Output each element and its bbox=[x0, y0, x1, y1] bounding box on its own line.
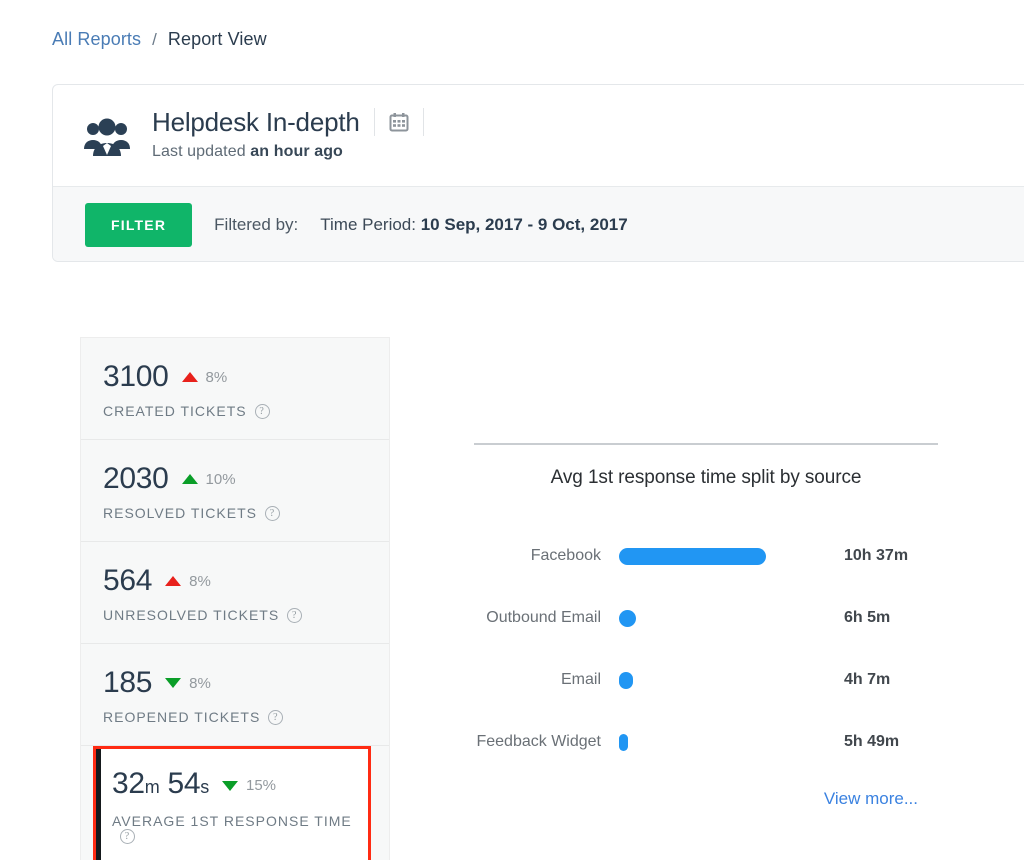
chart-panel: Avg 1st response time split by source Fa… bbox=[474, 443, 938, 809]
chart-category-label: Outbound Email bbox=[486, 609, 601, 626]
metric-label: REOPENED TICKETS bbox=[103, 709, 261, 725]
report-header: Helpdesk In-depth Last updated an hour a… bbox=[53, 85, 1024, 186]
arrow-up-icon bbox=[181, 474, 198, 484]
metric-card[interactable]: 2030 10% RESOLVED TICKETS? bbox=[81, 440, 389, 542]
metric-delta: 8% bbox=[205, 368, 228, 386]
metric-value: 564 bbox=[103, 564, 153, 597]
metric-label-row: REOPENED TICKETS? bbox=[103, 709, 369, 725]
chart-top-rule bbox=[474, 443, 938, 445]
metric-card[interactable]: 3100 8% CREATED TICKETS? bbox=[81, 338, 389, 440]
arrow-down-icon bbox=[165, 678, 182, 688]
metric-value-row: 2030 10% bbox=[103, 462, 369, 496]
chart-row: Outbound Email 6h 5m bbox=[474, 587, 938, 649]
chart-row: Email 4h 7m bbox=[474, 649, 938, 711]
metric-label: RESOLVED TICKETS bbox=[103, 505, 257, 521]
chart-bar-track bbox=[619, 671, 834, 689]
breadcrumb-separator: / bbox=[152, 30, 157, 49]
filter-button[interactable]: FILTER bbox=[85, 202, 193, 247]
chart-category-label: Facebook bbox=[530, 547, 601, 564]
report-view-page: All Reports / Report View Helpdesk In-de… bbox=[0, 0, 1024, 860]
metric-delta: 8% bbox=[189, 572, 211, 590]
team-icon bbox=[83, 116, 131, 160]
filter-time-period[interactable]: Time Period: 10 Sep, 2017 - 9 Oct, 2017 bbox=[320, 215, 627, 235]
metric-value: 185 bbox=[103, 666, 153, 699]
metrics-list: 3100 8% CREATED TICKETS? 2030 10% RESOLVED TI… bbox=[80, 337, 390, 860]
view-more-link[interactable]: View more... bbox=[824, 789, 918, 808]
selected-indicator-bar bbox=[96, 749, 101, 860]
metric-label: CREATED TICKETS bbox=[103, 403, 247, 419]
arrow-down-icon bbox=[222, 780, 238, 791]
chart-row: Feedback Widget 5h 49m bbox=[474, 711, 938, 773]
metric-value-row: 185 8% bbox=[103, 666, 369, 700]
metric-value-row: 3100 8% bbox=[103, 360, 369, 394]
filtered-by-label: Filtered by: bbox=[214, 214, 299, 234]
filter-bar: FILTER Filtered by: Time Period: 10 Sep,… bbox=[53, 186, 1024, 261]
metric-delta: 15% bbox=[246, 777, 277, 794]
breadcrumb-all-reports[interactable]: All Reports bbox=[52, 29, 141, 50]
chart-value-label: 10h 37m bbox=[844, 547, 909, 564]
chart-row: Facebook 10h 37m bbox=[474, 525, 938, 587]
metric-delta: 10% bbox=[205, 470, 236, 488]
help-circle-icon[interactable]: ? bbox=[264, 505, 280, 521]
metric-value: 3100 bbox=[103, 360, 169, 393]
chart-title: Avg 1st response time split by source bbox=[550, 467, 862, 488]
report-title-row: Helpdesk In-depth bbox=[152, 107, 438, 137]
metric-value: 32m 54s bbox=[112, 767, 209, 800]
filter-range: 10 Sep, 2017 - 9 Oct, 2017 bbox=[420, 214, 628, 234]
help-circle-icon[interactable]: ? bbox=[287, 607, 303, 623]
last-updated: Last updated an hour ago bbox=[152, 143, 438, 161]
metric-card[interactable]: 185 8% REOPENED TICKETS? bbox=[81, 644, 389, 746]
view-more-container: View more... bbox=[474, 789, 938, 809]
metric-value-row: 564 8% bbox=[103, 564, 369, 598]
chart-bar[interactable] bbox=[619, 671, 633, 689]
calendar-icon[interactable] bbox=[389, 112, 409, 132]
metric-value-row: 32m 54s 15% bbox=[112, 767, 352, 804]
chart-bar-track bbox=[619, 547, 834, 565]
metric-label-row: CREATED TICKETS? bbox=[103, 403, 369, 419]
breadcrumb: All Reports / Report View bbox=[52, 29, 267, 50]
last-updated-prefix: Last updated bbox=[152, 143, 251, 160]
chart-value-label: 6h 5m bbox=[844, 609, 891, 626]
last-updated-value: an hour ago bbox=[250, 143, 343, 160]
help-circle-icon[interactable]: ? bbox=[268, 709, 284, 725]
chart-value-label: 5h 49m bbox=[844, 733, 900, 750]
chart-value-label: 4h 7m bbox=[844, 671, 891, 688]
metric-label-row: AVERAGE 1ST RESPONSE TIME? bbox=[112, 813, 352, 844]
chart-rows: Facebook 10h 37m Outbound Email 6h 5m Email 4… bbox=[474, 525, 938, 773]
title-divider-left bbox=[373, 108, 375, 136]
chart-category-label: Email bbox=[560, 671, 601, 688]
page-title: Helpdesk In-depth bbox=[152, 107, 360, 137]
chart-bar-track bbox=[619, 733, 834, 751]
arrow-up-icon bbox=[165, 576, 182, 586]
metric-value: 2030 bbox=[103, 462, 169, 495]
arrow-up-icon bbox=[181, 372, 198, 382]
chart-bar[interactable] bbox=[619, 733, 628, 751]
title-divider-right bbox=[422, 108, 424, 136]
metric-label: UNRESOLVED TICKETS bbox=[103, 607, 280, 623]
breadcrumb-current: Report View bbox=[167, 29, 267, 49]
chart-bar[interactable] bbox=[619, 609, 636, 627]
metric-card[interactable]: 564 8% UNRESOLVED TICKETS? bbox=[81, 542, 389, 644]
metric-card[interactable]: 32m 54s 15% AVERAGE 1ST RESPONSE TIME? bbox=[93, 746, 371, 860]
chart-bar[interactable] bbox=[619, 547, 766, 565]
metric-label: AVERAGE 1ST RESPONSE TIME bbox=[112, 813, 352, 829]
report-header-texts: Helpdesk In-depth Last updated an hour a… bbox=[152, 107, 438, 161]
report-card: Helpdesk In-depth Last updated an hour a… bbox=[52, 84, 1024, 262]
metric-label-row: UNRESOLVED TICKETS? bbox=[103, 607, 369, 623]
help-circle-icon[interactable]: ? bbox=[120, 829, 135, 844]
filter-key: Time Period: bbox=[320, 214, 416, 234]
metric-delta: 8% bbox=[189, 674, 211, 692]
help-circle-icon[interactable]: ? bbox=[254, 403, 270, 419]
metric-label-row: RESOLVED TICKETS? bbox=[103, 505, 369, 521]
chart-category-label: Feedback Widget bbox=[476, 733, 601, 750]
chart-bar-track bbox=[619, 609, 834, 627]
